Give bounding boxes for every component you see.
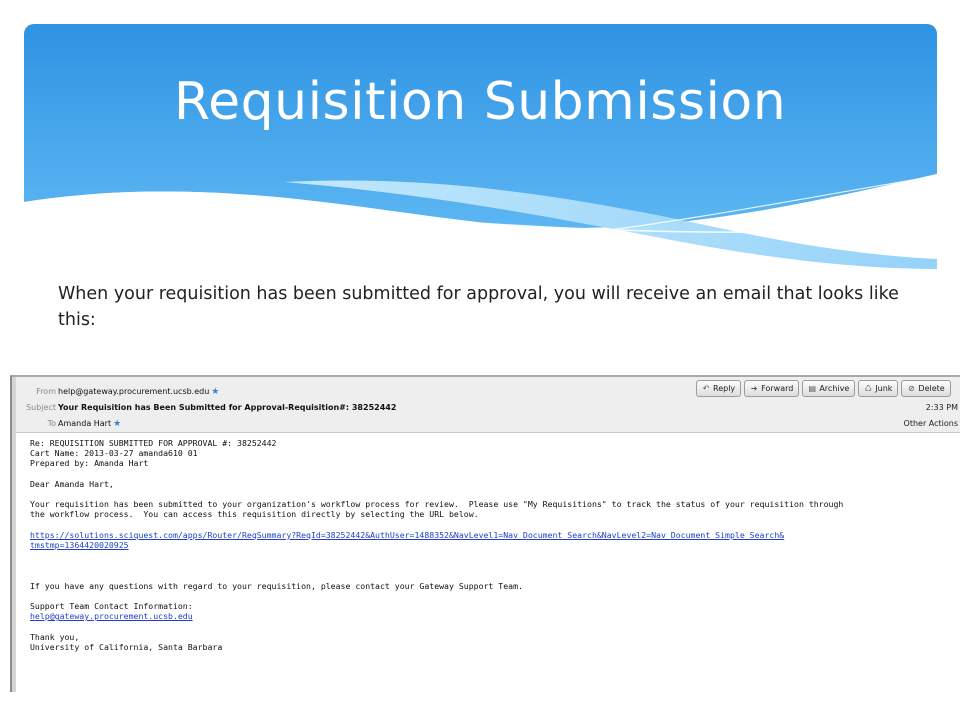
star-icon[interactable]: ★ <box>211 387 219 397</box>
support-email[interactable]: help@gateway.procurement.ucsb.edu <box>30 611 193 621</box>
to-value[interactable]: Amanda Hart ★ <box>58 419 121 429</box>
other-actions-menu[interactable]: Other Actions <box>904 419 958 428</box>
junk-icon: ♺ <box>864 384 872 393</box>
requisition-url-link[interactable]: tmstmp=1364420020925 <box>30 540 955 550</box>
to-label: To <box>47 419 56 428</box>
subject-value: Your Requisition has Been Submitted for … <box>58 403 397 412</box>
from-label: From <box>36 387 56 396</box>
to-name[interactable]: Amanda Hart <box>58 419 111 428</box>
body-questions: If you have any questions with regard to… <box>30 580 523 591</box>
archive-label: Archive <box>819 384 850 393</box>
subject-label: Subject <box>26 403 56 412</box>
header-wave-graphic <box>24 24 937 269</box>
body-thanks: Thank you, <box>30 631 80 642</box>
intro-text: When your requisition has been submitted… <box>58 284 899 330</box>
archive-button[interactable]: ▤ Archive <box>802 380 856 397</box>
message-toolbar: ↶ Reply ➜ Forward ▤ Archive ♺ Junk ⊘ Delete <box>696 380 954 398</box>
body-signature: University of California, Santa Barbara <box>30 641 223 652</box>
archive-icon: ▤ <box>808 384 817 393</box>
body-prepared-by: Prepared by: Amanda Hart <box>30 458 149 469</box>
body-paragraph-line: Your requisition has been submitted to y… <box>30 499 844 510</box>
reply-label: Reply <box>713 384 736 393</box>
requisition-url-part1[interactable]: https://solutions.sciquest.com/apps/Rout… <box>30 530 784 540</box>
junk-label: Junk <box>875 384 893 393</box>
slide-header-band <box>24 24 937 269</box>
email-header: From help@gateway.procurement.ucsb.edu ★ … <box>16 377 960 433</box>
received-time: 2:33 PM <box>925 403 958 412</box>
requisition-url-part2[interactable]: tmstmp=1364420020925 <box>30 540 129 550</box>
email-body: Re: REQUISITION SUBMITTED FOR APPROVAL #… <box>30 438 955 652</box>
email-window: From help@gateway.procurement.ucsb.edu ★ … <box>10 375 960 692</box>
star-icon[interactable]: ★ <box>113 419 121 429</box>
support-email-link[interactable]: help@gateway.procurement.ucsb.edu <box>30 611 955 621</box>
forward-icon: ➜ <box>750 384 758 393</box>
from-value[interactable]: help@gateway.procurement.ucsb.edu ★ <box>58 387 219 397</box>
delete-label: Delete <box>918 384 945 393</box>
delete-button[interactable]: ⊘ Delete <box>901 380 951 397</box>
from-address[interactable]: help@gateway.procurement.ucsb.edu <box>58 387 209 396</box>
requisition-url-link[interactable]: https://solutions.sciquest.com/apps/Rout… <box>30 530 955 540</box>
reply-icon: ↶ <box>702 384 710 393</box>
forward-label: Forward <box>761 384 794 393</box>
forward-button[interactable]: ➜ Forward <box>744 380 800 397</box>
reply-button[interactable]: ↶ Reply <box>696 380 742 397</box>
body-cart-name: Cart Name: 2013-03-27 amanda610 01 <box>30 448 198 459</box>
body-support-heading: Support Team Contact Information: <box>30 601 193 611</box>
body-paragraph-line: the workflow process. You can access thi… <box>30 509 479 520</box>
delete-icon: ⊘ <box>908 384 915 393</box>
slide-title: Requisition Submission <box>173 72 787 132</box>
junk-button[interactable]: ♺ Junk <box>858 380 899 397</box>
body-greeting: Dear Amanda Hart, <box>30 478 114 489</box>
body-reference-line: Re: REQUISITION SUBMITTED FOR APPROVAL #… <box>30 438 277 448</box>
